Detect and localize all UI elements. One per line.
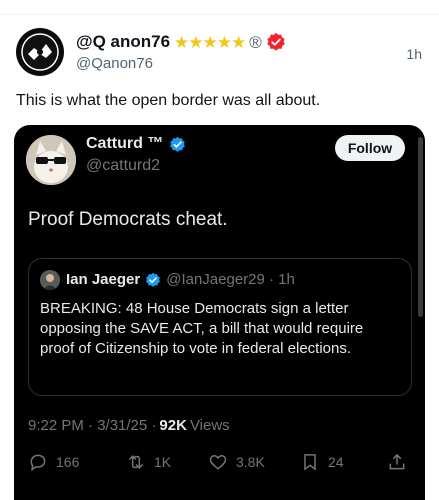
author-display-name[interactable]: @Q anon76 (76, 32, 170, 52)
registered-symbol: ® (249, 32, 262, 52)
quoted-author-avatar[interactable] (40, 270, 60, 290)
views-count: 92K (159, 417, 187, 434)
post-timestamp[interactable]: 1h (406, 46, 422, 62)
post-text: This is what the open border was all abo… (16, 92, 321, 109)
quoted-display-name[interactable]: Ian Jaeger (66, 271, 140, 288)
embedded-post-text: Proof Democrats cheat. (28, 209, 228, 230)
quoted-post-text: BREAKING: 48 House Democrats sign a lett… (40, 300, 364, 357)
catturd-avatar[interactable] (26, 135, 76, 185)
like-icon (209, 454, 227, 470)
quoted-handle-time[interactable]: @IanJaeger29 · 1h (166, 271, 295, 288)
stars-emoji: ★★★★★ (174, 32, 246, 52)
author-handle[interactable]: @Qanon76 (76, 55, 153, 72)
person-avatar-icon (40, 270, 60, 290)
share-button[interactable] (387, 452, 407, 472)
quoted-author-row: Ian Jaeger @IanJaeger29 · 1h (66, 271, 295, 288)
catturd-display-name[interactable]: Catturd ™ (86, 135, 163, 153)
catturd-handle[interactable]: @catturd2 (86, 157, 160, 175)
cat-avatar-icon (26, 135, 76, 185)
post-card[interactable]: @Q anon76 ★★★★★ ® @Qanon76 1h This is wh… (0, 15, 439, 500)
author-name-row: @Q anon76 ★★★★★ ® (76, 31, 286, 53)
reply-count: 166 (56, 454, 80, 470)
repost-button[interactable]: 1K (126, 452, 171, 472)
quoted-post[interactable]: Ian Jaeger @IanJaeger29 · 1h BREAKING: 4… (28, 258, 412, 396)
post-meta: 9:22 PM · 3/31/25 · 92K Views (28, 417, 230, 434)
share-icon (389, 453, 405, 470)
reply-icon (30, 454, 46, 472)
bookmark-count: 24 (328, 454, 344, 470)
like-button[interactable]: 3.8K (208, 452, 265, 472)
author-avatar[interactable] (16, 28, 64, 76)
verified-badge-icon (146, 272, 161, 287)
bookmark-button[interactable]: 24 (300, 452, 344, 472)
embedded-post-screenshot[interactable]: Catturd ™ @catturd2 Follow Proof Democra… (14, 125, 425, 500)
verified-badge-icon (267, 32, 285, 51)
avatar-emblem-icon (21, 33, 59, 71)
follow-button[interactable]: Follow (335, 135, 405, 161)
catturd-name-row: Catturd ™ (86, 135, 186, 153)
scrollbar[interactable] (418, 137, 423, 317)
verified-badge-icon (170, 136, 186, 152)
repost-count: 1K (154, 454, 172, 470)
post-time-date[interactable]: 9:22 PM · 3/31/25 · (28, 417, 156, 434)
like-count: 3.8K (236, 454, 265, 470)
repost-icon (128, 455, 144, 469)
action-bar: 166 1K 3.8K 24 (14, 452, 425, 482)
reply-button[interactable]: 166 (28, 452, 79, 472)
views-label: Views (189, 417, 230, 434)
bookmark-icon (304, 454, 316, 471)
